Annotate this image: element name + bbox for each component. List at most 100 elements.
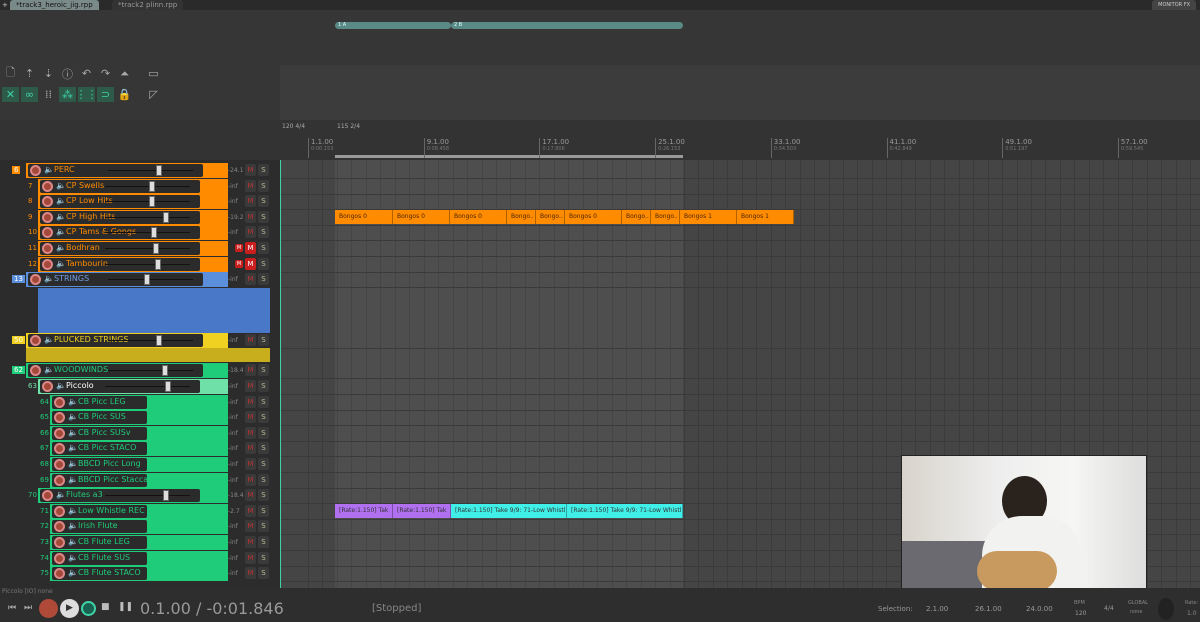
rate-knob[interactable]	[1158, 598, 1174, 620]
selection-end[interactable]: 26.1.00	[975, 605, 1002, 613]
record-arm-button[interactable]	[42, 381, 53, 392]
speaker-icon[interactable]: 🔈	[44, 165, 54, 174]
time-selection[interactable]	[335, 155, 683, 158]
speaker-icon[interactable]: 🔈	[56, 196, 66, 205]
record-arm-button[interactable]	[54, 568, 65, 580]
fader-knob[interactable]	[162, 490, 169, 502]
media-item-bongos[interactable]: Bongos 0	[565, 209, 622, 224]
track-row[interactable]: 🔈 CP Swells	[38, 178, 228, 194]
mute-button[interactable]: M	[245, 257, 256, 270]
volume-fader[interactable]	[105, 490, 190, 502]
volume-fader[interactable]	[108, 365, 193, 377]
fader-knob[interactable]	[149, 196, 155, 208]
mute-button[interactable]: M	[245, 489, 256, 502]
record-arm-button[interactable]	[54, 443, 65, 455]
tempo-marker[interactable]: 120 4/4	[282, 123, 305, 130]
fader-knob[interactable]	[165, 381, 171, 392]
record-arm-button[interactable]	[42, 211, 53, 223]
track-row[interactable]: 🔈 CB Picc SUSv	[50, 425, 228, 441]
repeat-button[interactable]	[81, 601, 96, 616]
solo-button[interactable]: S	[258, 195, 269, 208]
track-name[interactable]: CB Flute LEG	[78, 537, 130, 546]
bpm-value[interactable]: 120	[1075, 610, 1086, 617]
solo-button[interactable]: S	[258, 210, 269, 223]
volume-fader[interactable]	[105, 211, 190, 223]
record-arm-button[interactable]	[54, 459, 65, 470]
mute-button[interactable]: M	[245, 395, 256, 408]
speaker-icon[interactable]: 🔈	[44, 365, 54, 374]
track-row[interactable]: 🔈 CP High Hits	[38, 209, 228, 225]
magnet-icon[interactable]: ⊃	[97, 87, 114, 102]
fader-knob[interactable]	[151, 227, 158, 239]
speaker-icon[interactable]: 🔈	[56, 181, 66, 190]
new-tab-icon[interactable]: +	[0, 0, 10, 10]
record-arm-button[interactable]	[54, 396, 65, 408]
mute-button[interactable]: M	[245, 551, 256, 564]
solo-button[interactable]: S	[258, 411, 269, 424]
tab-track2[interactable]: *track2 plinn.rpp	[112, 0, 184, 10]
volume-fader[interactable]	[105, 258, 190, 270]
region-a[interactable]: 1 A	[335, 22, 451, 29]
edit-cursor[interactable]	[280, 160, 281, 588]
ruler-icon[interactable]: ◸	[145, 87, 162, 102]
fader-knob[interactable]	[155, 258, 162, 270]
track-row[interactable]: 🔈 STRINGS	[26, 272, 228, 288]
track-row[interactable]: 🔈 CB Picc SUS	[50, 410, 228, 426]
track-name[interactable]: BBCD Picc Long	[78, 459, 141, 468]
track-row[interactable]: 🔈 CB Flute STACO	[50, 566, 228, 582]
mute-button[interactable]: M	[245, 210, 256, 223]
fader-knob[interactable]	[162, 211, 169, 223]
record-arm-button[interactable]	[54, 427, 65, 439]
fader-knob[interactable]	[156, 165, 162, 176]
record-arm-button[interactable]	[42, 180, 53, 192]
solo-button[interactable]: S	[258, 395, 269, 408]
grid-dots-icon[interactable]: ⁞⁞	[40, 87, 57, 102]
track-row[interactable]: 🔈 CB Picc LEG	[50, 394, 228, 410]
speaker-icon[interactable]: 🔈	[68, 428, 78, 437]
mute-button[interactable]: M	[245, 195, 256, 208]
media-item-bongos[interactable]: Bongo..	[651, 209, 680, 224]
global-automation-mode[interactable]: none	[1130, 609, 1142, 615]
record-arm-button[interactable]	[42, 227, 53, 239]
solo-button[interactable]: S	[258, 504, 269, 517]
speaker-icon[interactable]: 🔈	[68, 568, 78, 577]
track-name[interactable]: BBCD Picc Staccatis	[78, 475, 158, 484]
volume-fader[interactable]	[108, 165, 193, 176]
mute-button[interactable]: M	[245, 179, 256, 192]
solo-button[interactable]: S	[258, 489, 269, 502]
track-name[interactable]: WOODWINDS	[54, 365, 108, 374]
mute-button[interactable]: M	[245, 273, 256, 286]
track-row[interactable]: 🔈 Flutes a3	[38, 488, 228, 504]
speaker-icon[interactable]: 🔈	[68, 412, 78, 421]
volume-fader[interactable]	[108, 334, 193, 346]
speaker-icon[interactable]: 🔈	[44, 274, 54, 283]
mute-button[interactable]: M	[245, 411, 256, 424]
record-arm-button[interactable]	[54, 474, 65, 486]
track-name[interactable]: CP Swells	[66, 181, 104, 190]
mute-button[interactable]: M	[245, 567, 256, 580]
selection-start[interactable]: 2.1.00	[926, 605, 948, 613]
solo-button[interactable]: S	[258, 273, 269, 286]
speaker-icon[interactable]: 🔈	[44, 335, 54, 344]
group-icon[interactable]: ⁂	[59, 87, 76, 102]
track-row[interactable]: 🔈 CB Picc STACO	[50, 441, 228, 457]
track-row[interactable]: 🔈 PERC	[26, 163, 228, 178]
volume-fader[interactable]	[105, 243, 190, 254]
speaker-icon[interactable]: 🔈	[68, 537, 78, 546]
lock-icon[interactable]: 🔒	[116, 87, 133, 102]
track-row[interactable]: 🔈 CP Tams & Gongs	[38, 225, 228, 241]
track-row[interactable]: 🔈 CP Low Hits	[38, 194, 228, 210]
speaker-icon[interactable]: 🔈	[56, 490, 66, 499]
track-name[interactable]: STRINGS	[54, 274, 89, 283]
speaker-icon[interactable]: 🔈	[56, 212, 66, 221]
track-name[interactable]: Flutes a3	[66, 490, 103, 499]
position-display[interactable]: 0.1.00 / -0:01.846	[140, 599, 284, 618]
track-name[interactable]: Irish Flute	[78, 521, 118, 530]
solo-button[interactable]: S	[258, 536, 269, 548]
media-item-whistle[interactable]: [Rate:1.150] Tak	[335, 503, 393, 518]
track-name[interactable]: CB Picc SUS	[78, 412, 126, 421]
volume-fader[interactable]	[105, 196, 190, 208]
media-item-bongos[interactable]: Bongos 0	[335, 209, 393, 224]
record-arm-button[interactable]	[30, 365, 41, 377]
save-upload-icon[interactable]: ⇡	[21, 66, 38, 81]
